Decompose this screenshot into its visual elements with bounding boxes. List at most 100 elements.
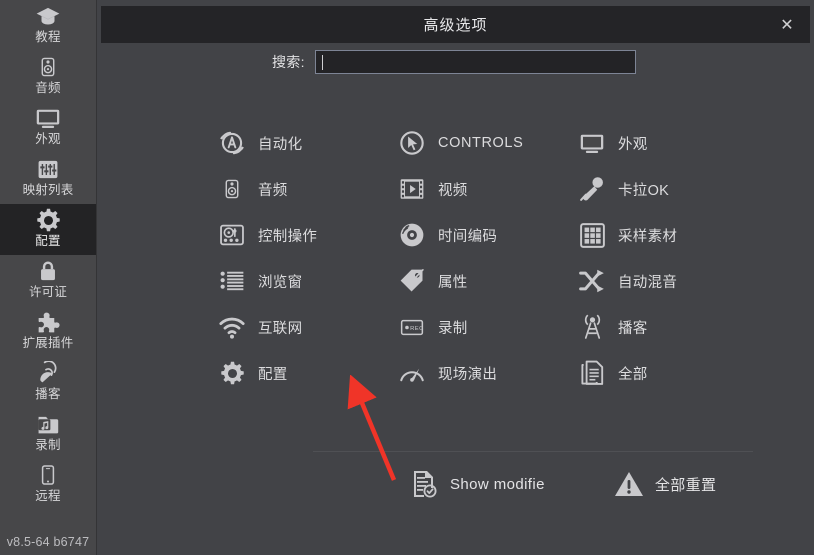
option-item-label: 现场演出 [438,366,498,383]
gear-icon [36,207,61,233]
option-item-13[interactable]: REC 录制 [395,304,575,350]
reset-all-button[interactable]: 全部重置 [613,467,717,501]
sidebar-item-9[interactable]: 远程 [0,459,96,510]
reset-all-label: 全部重置 [654,476,717,494]
app-version-label: v8.5-64 b6747 [6,535,90,549]
sidebar-item-6[interactable]: 扩展插件 [0,306,96,357]
options-grid: 自动化 CONTROLS 外观音频 视频 卡拉OK 控制操作 时间编码 采样素材浏览窗 属性 自动… [215,120,795,396]
option-item-4[interactable]: 视频 [395,166,575,212]
option-item-10[interactable]: 属性 [395,258,575,304]
close-icon[interactable]: ✕ [774,12,800,38]
option-item-label: 音频 [258,182,288,199]
mixer-deck-icon [215,218,249,252]
option-item-label: 时间编码 [438,228,498,245]
option-item-12[interactable]: 互联网 [215,304,395,350]
sidebar-item-label: 播客 [35,387,61,401]
broadcast-tower-icon [575,310,609,344]
main-panel: 高级选项 ✕ 搜索: 自动化 CONTROLS 外观音频 视频 卡拉OK 控制操作 时间编码… [97,0,814,555]
option-item-label: 属性 [438,274,468,291]
sidebar-item-label: 音频 [35,81,61,95]
documents-icon [575,356,609,390]
option-item-2[interactable]: 外观 [575,120,775,166]
option-item-5[interactable]: 卡拉OK [575,166,775,212]
show-modified-button[interactable]: Show modifie [408,467,545,501]
film-play-icon [395,172,429,206]
option-item-label: 全部 [618,366,648,383]
option-item-label: 卡拉OK [618,182,670,199]
sidebar-item-label: 配置 [35,234,61,248]
option-item-7[interactable]: 时间编码 [395,212,575,258]
option-item-1[interactable]: CONTROLS [395,120,575,166]
sidebar-item-1[interactable]: 音频 [0,51,96,102]
option-item-8[interactable]: 采样素材 [575,212,775,258]
sidebar: 教程音频外观映射列表配置许可证扩展插件播客录制 远程 v8.5-64 b6747 [0,0,97,555]
graduation-cap-icon [35,3,61,29]
option-item-label: 自动混音 [618,274,678,291]
option-item-label: 自动化 [258,136,303,153]
gauge-icon [395,356,429,390]
option-item-6[interactable]: 控制操作 [215,212,395,258]
dialog-title: 高级选项 [423,17,488,34]
option-item-label: 互联网 [258,320,303,337]
gear-icon [215,356,249,390]
svg-text:REC: REC [410,325,424,331]
sidebar-item-label: 教程 [35,30,61,44]
lock-icon [37,258,59,284]
option-item-label: 控制操作 [258,228,318,245]
podcast-icon [36,360,60,386]
monitor-icon [575,126,609,160]
option-item-label: 外观 [618,136,648,153]
vinyl-record-icon [395,218,429,252]
microphone-icon [575,172,609,206]
sidebar-item-label: 映射列表 [22,183,74,197]
footer-actions: Show modifie 全部重置 [313,460,753,508]
text-caret [322,54,323,70]
rec-box-icon: REC [395,310,429,344]
option-item-label: 录制 [438,320,468,337]
option-item-9[interactable]: 浏览窗 [215,258,395,304]
sidebar-item-label: 许可证 [28,285,68,299]
search-input[interactable] [315,50,636,74]
sliders-icon [37,156,59,182]
dialog-titlebar: 高级选项 ✕ [101,6,810,43]
option-item-0[interactable]: 自动化 [215,120,395,166]
option-item-14[interactable]: 播客 [575,304,775,350]
document-check-icon [408,467,440,501]
option-item-11[interactable]: 自动混音 [575,258,775,304]
sidebar-item-3[interactable]: 映射列表 [0,153,96,204]
folder-music-icon [36,411,60,437]
search-label: 搜索: [272,54,305,70]
automation-icon [215,126,249,160]
sidebar-item-4[interactable]: 配置 [0,204,96,255]
warning-triangle-icon [613,467,645,501]
option-item-label: 配置 [258,366,288,383]
option-item-label: 浏览窗 [258,274,303,291]
advanced-options-window: 教程 音频 外观 映射列表 配置 许可证 扩展插件 播客 录制 远程 v8.5-64 b6747 … [0,0,814,555]
option-item-label: 播客 [618,320,648,337]
option-item-17[interactable]: 全部 [575,350,775,396]
speaker-icon [215,172,249,206]
option-item-label: 采样素材 [618,228,678,245]
option-item-label: 视频 [438,182,468,199]
option-item-15[interactable]: 配置 [215,350,395,396]
option-item-16[interactable]: 现场演出 [395,350,575,396]
option-item-label: CONTROLS [438,135,524,151]
sidebar-item-5[interactable]: 许可证 [0,255,96,306]
tag-icon [395,264,429,298]
sidebar-item-8[interactable]: 录制 [0,408,96,459]
speaker-icon [38,54,58,80]
cursor-circle-icon [395,126,429,160]
search-row: 搜索: [97,50,814,76]
sidebar-item-7[interactable]: 播客 [0,357,96,408]
sidebar-item-label: 扩展插件 [22,336,74,350]
puzzle-piece-icon [37,309,60,335]
monitor-icon [35,105,61,131]
sidebar-item-label: 外观 [35,132,61,146]
sidebar-item-0[interactable]: 教程 [0,0,96,51]
shuffle-icon [575,264,609,298]
wifi-icon [215,310,249,344]
list-icon [215,264,249,298]
grid-pads-icon [575,218,609,252]
option-item-3[interactable]: 音频 [215,166,395,212]
sidebar-item-2[interactable]: 外观 [0,102,96,153]
